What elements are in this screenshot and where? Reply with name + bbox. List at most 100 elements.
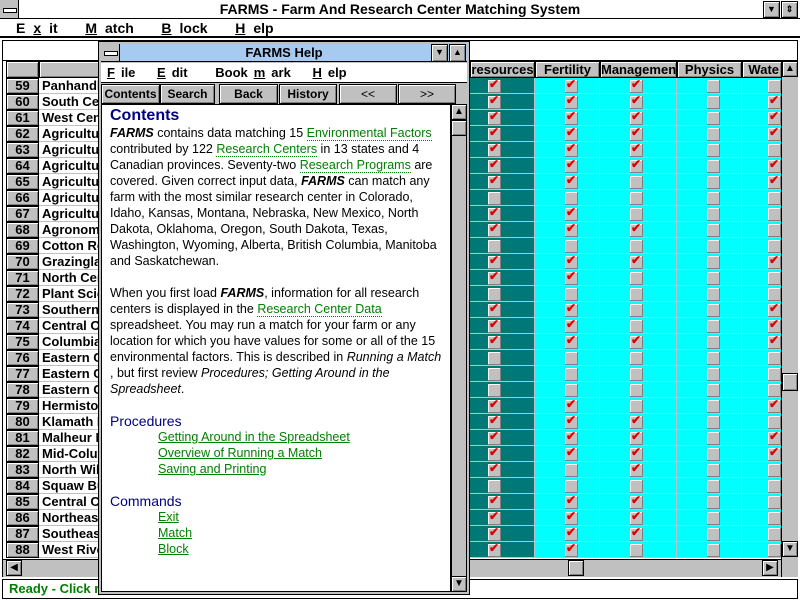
row-center-name[interactable]: Panhandle — [39, 78, 103, 94]
back-button[interactable]: Back — [219, 84, 278, 104]
checked-checkbox-icon[interactable] — [565, 93, 578, 109]
row-number[interactable]: 65 — [6, 174, 39, 190]
column-header-water[interactable]: Wate — [742, 61, 782, 78]
cell-fertility[interactable] — [535, 350, 600, 366]
unchecked-checkbox-icon[interactable] — [707, 512, 720, 525]
cell-physics[interactable] — [677, 382, 742, 398]
unchecked-checkbox-icon[interactable] — [630, 272, 643, 285]
unchecked-checkbox-icon[interactable] — [565, 352, 578, 365]
cell-water[interactable] — [742, 301, 782, 318]
cell-physics[interactable] — [677, 526, 742, 542]
row-number[interactable]: 66 — [6, 190, 39, 206]
restore-button[interactable]: ⇕ — [781, 1, 798, 18]
cell-physics[interactable] — [677, 542, 742, 558]
checked-checkbox-icon[interactable] — [630, 333, 643, 349]
unchecked-checkbox-icon[interactable] — [707, 368, 720, 381]
scroll-right-icon[interactable]: ▶ — [762, 560, 778, 576]
cell-management[interactable] — [600, 157, 677, 174]
unchecked-checkbox-icon[interactable] — [768, 368, 781, 381]
cell-physics[interactable] — [677, 350, 742, 366]
row-center-name[interactable]: Eastern O — [39, 382, 103, 398]
row-center-name[interactable]: Central Cr — [39, 494, 103, 510]
cell-fertility[interactable] — [535, 157, 600, 174]
cell-fertility[interactable] — [535, 333, 600, 350]
cell-resources[interactable] — [470, 190, 535, 206]
cell-fertility[interactable] — [535, 397, 600, 414]
cell-management[interactable] — [600, 190, 677, 206]
help-scroll-up-icon[interactable]: ▲ — [451, 104, 467, 120]
checked-checkbox-icon[interactable] — [630, 445, 643, 461]
unchecked-checkbox-icon[interactable] — [565, 192, 578, 205]
unchecked-checkbox-icon[interactable] — [768, 352, 781, 365]
unchecked-checkbox-icon[interactable] — [707, 400, 720, 413]
cell-fertility[interactable] — [535, 77, 600, 94]
contents-button[interactable]: Contents — [101, 84, 160, 104]
cell-management[interactable] — [600, 318, 677, 334]
cell-resources[interactable] — [470, 445, 535, 462]
cell-management[interactable] — [600, 493, 677, 510]
cell-physics[interactable] — [677, 254, 742, 270]
row-center-name[interactable]: Central Or — [39, 318, 103, 334]
cell-water[interactable] — [742, 350, 782, 366]
cell-resources[interactable] — [470, 525, 535, 542]
cell-management[interactable] — [600, 429, 677, 446]
cell-resources[interactable] — [470, 301, 535, 318]
checked-checkbox-icon[interactable] — [565, 493, 578, 509]
saving-printing-link[interactable]: Saving and Printing — [158, 461, 442, 477]
unchecked-checkbox-icon[interactable] — [630, 544, 643, 557]
cell-fertility[interactable] — [535, 478, 600, 494]
row-center-name[interactable]: Southern I — [39, 302, 103, 318]
unchecked-checkbox-icon[interactable] — [768, 224, 781, 237]
unchecked-checkbox-icon[interactable] — [565, 464, 578, 477]
exit-command-link[interactable]: Exit — [158, 509, 442, 525]
row-number[interactable]: 78 — [6, 382, 39, 398]
checked-checkbox-icon[interactable] — [565, 269, 578, 285]
cell-physics[interactable] — [677, 238, 742, 254]
row-center-name[interactable]: Agricultura — [39, 190, 103, 206]
research-programs-link[interactable]: Research Programs — [299, 158, 411, 173]
cell-management[interactable] — [600, 93, 677, 110]
checked-checkbox-icon[interactable] — [768, 93, 781, 109]
cell-resources[interactable] — [470, 173, 535, 190]
unchecked-checkbox-icon[interactable] — [707, 272, 720, 285]
row-center-name[interactable]: South Cen — [39, 94, 103, 110]
row-center-name[interactable]: Hermiston — [39, 398, 103, 414]
cell-water[interactable] — [742, 414, 782, 430]
scroll-down-icon[interactable]: ▼ — [782, 541, 798, 557]
cell-water[interactable] — [742, 142, 782, 158]
row-number[interactable]: 88 — [6, 542, 39, 558]
unchecked-checkbox-icon[interactable] — [565, 480, 578, 493]
cell-resources[interactable] — [470, 93, 535, 110]
cell-fertility[interactable] — [535, 253, 600, 270]
unchecked-checkbox-icon[interactable] — [707, 464, 720, 477]
checked-checkbox-icon[interactable] — [565, 541, 578, 557]
unchecked-checkbox-icon[interactable] — [630, 240, 643, 253]
sheet-vertical-scrollbar[interactable]: ▲ ▼ — [781, 61, 798, 577]
cell-physics[interactable] — [677, 366, 742, 382]
cell-fertility[interactable] — [535, 109, 600, 126]
history-button[interactable]: History — [279, 84, 337, 104]
column-header-management[interactable]: Management — [600, 61, 677, 78]
unchecked-checkbox-icon[interactable] — [707, 480, 720, 493]
checked-checkbox-icon[interactable] — [488, 509, 501, 525]
checked-checkbox-icon[interactable] — [488, 429, 501, 445]
checked-checkbox-icon[interactable] — [768, 397, 781, 413]
cell-management[interactable] — [600, 542, 677, 558]
cell-management[interactable] — [600, 125, 677, 142]
row-center-name[interactable]: Eastern O — [39, 366, 103, 382]
cell-water[interactable] — [742, 542, 782, 558]
block-command-link[interactable]: Block — [158, 541, 442, 557]
cell-physics[interactable] — [677, 446, 742, 462]
unchecked-checkbox-icon[interactable] — [707, 176, 720, 189]
row-number[interactable]: 74 — [6, 318, 39, 334]
cell-management[interactable] — [600, 77, 677, 94]
menu-match[interactable]: Match — [77, 19, 149, 37]
cell-management[interactable] — [600, 366, 677, 382]
cell-fertility[interactable] — [535, 238, 600, 254]
cell-water[interactable] — [742, 253, 782, 270]
cell-physics[interactable] — [677, 206, 742, 222]
checked-checkbox-icon[interactable] — [768, 333, 781, 349]
cell-water[interactable] — [742, 206, 782, 222]
checked-checkbox-icon[interactable] — [565, 157, 578, 173]
unchecked-checkbox-icon[interactable] — [707, 416, 720, 429]
